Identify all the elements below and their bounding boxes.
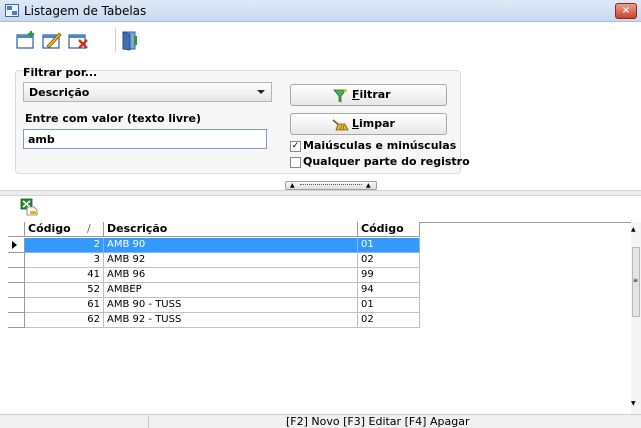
filter-value-label: Entre com valor (texto livre) — [25, 112, 201, 125]
table-row[interactable]: 52 AMBEP 94 — [25, 283, 420, 298]
vertical-scrollbar[interactable]: ▲ ≡ ▼ — [631, 222, 641, 414]
filter-field-select[interactable]: Descrição — [23, 82, 272, 102]
cell-codigo-ans: 94 — [358, 283, 420, 298]
scroll-down-icon[interactable]: ▼ — [631, 400, 636, 407]
cell-codigo: 41 — [25, 268, 104, 283]
cell-descricao: AMBEP — [104, 283, 358, 298]
excel-export-icon — [20, 198, 38, 216]
sort-indicator-icon: / — [87, 222, 91, 235]
cell-descricao: AMB 92 — [104, 253, 358, 268]
table-row[interactable]: 3 AMB 92 02 — [25, 253, 420, 268]
export-excel-button[interactable] — [20, 198, 38, 216]
status-separator — [148, 416, 149, 428]
chevron-down-icon — [257, 90, 265, 94]
cell-codigo: 52 — [25, 283, 104, 298]
new-record-button[interactable] — [14, 29, 38, 51]
cell-descricao: AMB 96 — [104, 268, 358, 283]
status-bar: [F2] Novo [F3] Editar [F4] Apagar — [0, 414, 641, 428]
filter-button-label: iltrar — [359, 88, 391, 101]
case-sensitive-label: Maiúsculas e minúsculas — [303, 139, 457, 152]
column-header-descricao[interactable]: Descrição — [104, 222, 358, 237]
edit-record-button[interactable] — [40, 29, 64, 51]
cell-codigo: 61 — [25, 298, 104, 313]
collapse-up-icon: ▲ — [290, 182, 295, 189]
row-indicator[interactable] — [8, 268, 25, 283]
row-indicator[interactable] — [8, 313, 25, 328]
cell-codigo-ans: 99 — [358, 268, 420, 283]
row-indicator[interactable] — [8, 283, 25, 298]
current-row-arrow-icon — [12, 241, 17, 249]
cell-codigo-ans: 01 — [358, 298, 420, 313]
cell-codigo-ans: 02 — [358, 253, 420, 268]
clear-button-label: impar — [359, 117, 395, 130]
filter-funnel-icon — [333, 89, 347, 103]
table-row[interactable]: 61 AMB 90 - TUSS 01 — [25, 298, 420, 313]
status-hint: [F2] Novo [F3] Editar [F4] Apagar — [286, 415, 470, 428]
table-row[interactable]: 41 AMB 96 99 — [25, 268, 420, 283]
cell-codigo-ans: 02 — [358, 313, 420, 328]
cell-descricao: AMB 92 - TUSS — [104, 313, 358, 328]
any-part-label: Qualquer parte do registro — [303, 155, 470, 168]
table-row[interactable]: 2 AMB 90 01 — [25, 238, 420, 253]
row-indicator[interactable] — [8, 253, 25, 268]
collapse-filter-button[interactable]: ▲ ▲ — [285, 181, 377, 190]
column-header-codigo[interactable]: Código / — [25, 222, 104, 237]
any-part-checkbox[interactable] — [290, 157, 301, 168]
broom-icon — [332, 119, 349, 131]
filter-group-label: Filtrar por... — [23, 66, 98, 79]
table-header: Código / Descrição Código ANS — [8, 222, 420, 249]
cell-codigo: 3 — [25, 253, 104, 268]
new-record-icon — [16, 31, 34, 49]
clear-button-accel: L — [352, 117, 360, 130]
edit-record-icon — [42, 32, 62, 49]
cell-descricao: AMB 90 - TUSS — [104, 298, 358, 313]
clear-button[interactable]: Limpar — [290, 113, 447, 135]
window-icon — [5, 4, 19, 17]
panel-splitter[interactable] — [0, 190, 641, 196]
row-indicator[interactable] — [8, 238, 25, 253]
delete-record-button[interactable] — [66, 29, 90, 51]
cell-codigo: 2 — [25, 238, 104, 253]
toolbar — [0, 22, 641, 58]
filter-button-accel: F — [352, 88, 360, 101]
table-row[interactable]: 62 AMB 92 - TUSS 02 — [25, 313, 420, 328]
filter-button[interactable]: Filtrar — [290, 84, 447, 106]
case-sensitive-checkbox[interactable]: ✓ — [290, 141, 301, 152]
close-button[interactable]: × — [615, 3, 637, 19]
cell-descricao: AMB 90 — [104, 238, 358, 253]
cell-codigo-ans: 01 — [358, 238, 420, 253]
exit-door-icon — [122, 31, 137, 51]
exit-button[interactable] — [118, 29, 142, 51]
filter-field-value: Descrição — [29, 86, 90, 99]
collapse-up-icon-right: ▲ — [366, 182, 371, 189]
header-corner — [8, 222, 25, 237]
toolbar-separator — [115, 28, 116, 52]
scroll-up-icon[interactable]: ▲ — [631, 226, 636, 233]
filter-value-input[interactable] — [23, 129, 267, 149]
row-indicator[interactable] — [8, 298, 25, 313]
scroll-grip-icon: ≡ — [633, 277, 639, 284]
collapse-grip-icon — [300, 184, 362, 185]
window-title: Listagem de Tabelas — [24, 4, 147, 18]
delete-record-icon — [68, 34, 88, 49]
column-header-codigo-ans[interactable]: Código ANS — [358, 222, 420, 249]
cell-codigo: 62 — [25, 313, 104, 328]
